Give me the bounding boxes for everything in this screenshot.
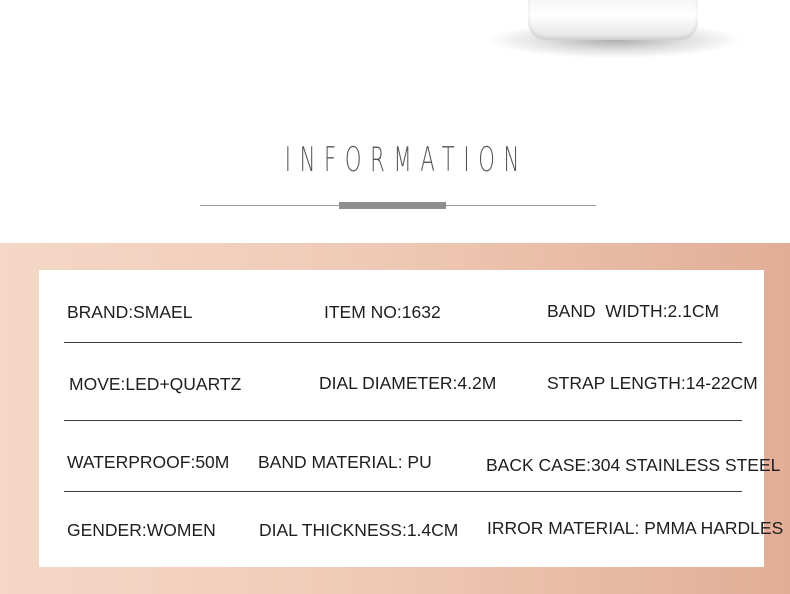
row-divider bbox=[64, 491, 742, 492]
product-foot bbox=[528, 0, 698, 40]
heading-accent-bar bbox=[339, 202, 446, 209]
spec-strap-length: STRAP LENGTH:14-22CM bbox=[547, 373, 758, 393]
row-divider bbox=[64, 420, 742, 421]
spec-item-no: ITEM NO:1632 bbox=[324, 302, 441, 322]
spec-mirror-material: IRROR MATERIAL: PMMA HARDLES bbox=[487, 518, 784, 538]
product-image-base bbox=[490, 0, 740, 60]
spec-dial-thickness: DIAL THICKNESS:1.4CM bbox=[259, 520, 459, 540]
spec-gender: GENDER:WOMEN bbox=[67, 520, 216, 540]
spec-dial-diameter: DIAL DIAMETER:4.2M bbox=[319, 373, 497, 393]
spec-move: MOVE:LED+QUARTZ bbox=[69, 374, 242, 394]
spec-band-material: BAND MATERIAL: PU bbox=[258, 452, 432, 472]
spec-waterproof: WATERPROOF:50M bbox=[67, 452, 230, 472]
spec-brand: BRAND:SMAEL bbox=[67, 302, 193, 322]
spec-band-width: BAND WIDTH:2.1CM bbox=[547, 301, 720, 321]
section-heading: INFORMATION bbox=[284, 140, 528, 180]
spec-back-case: BACK CASE:304 STAINLESS STEEL bbox=[486, 455, 781, 475]
row-divider bbox=[64, 342, 742, 343]
